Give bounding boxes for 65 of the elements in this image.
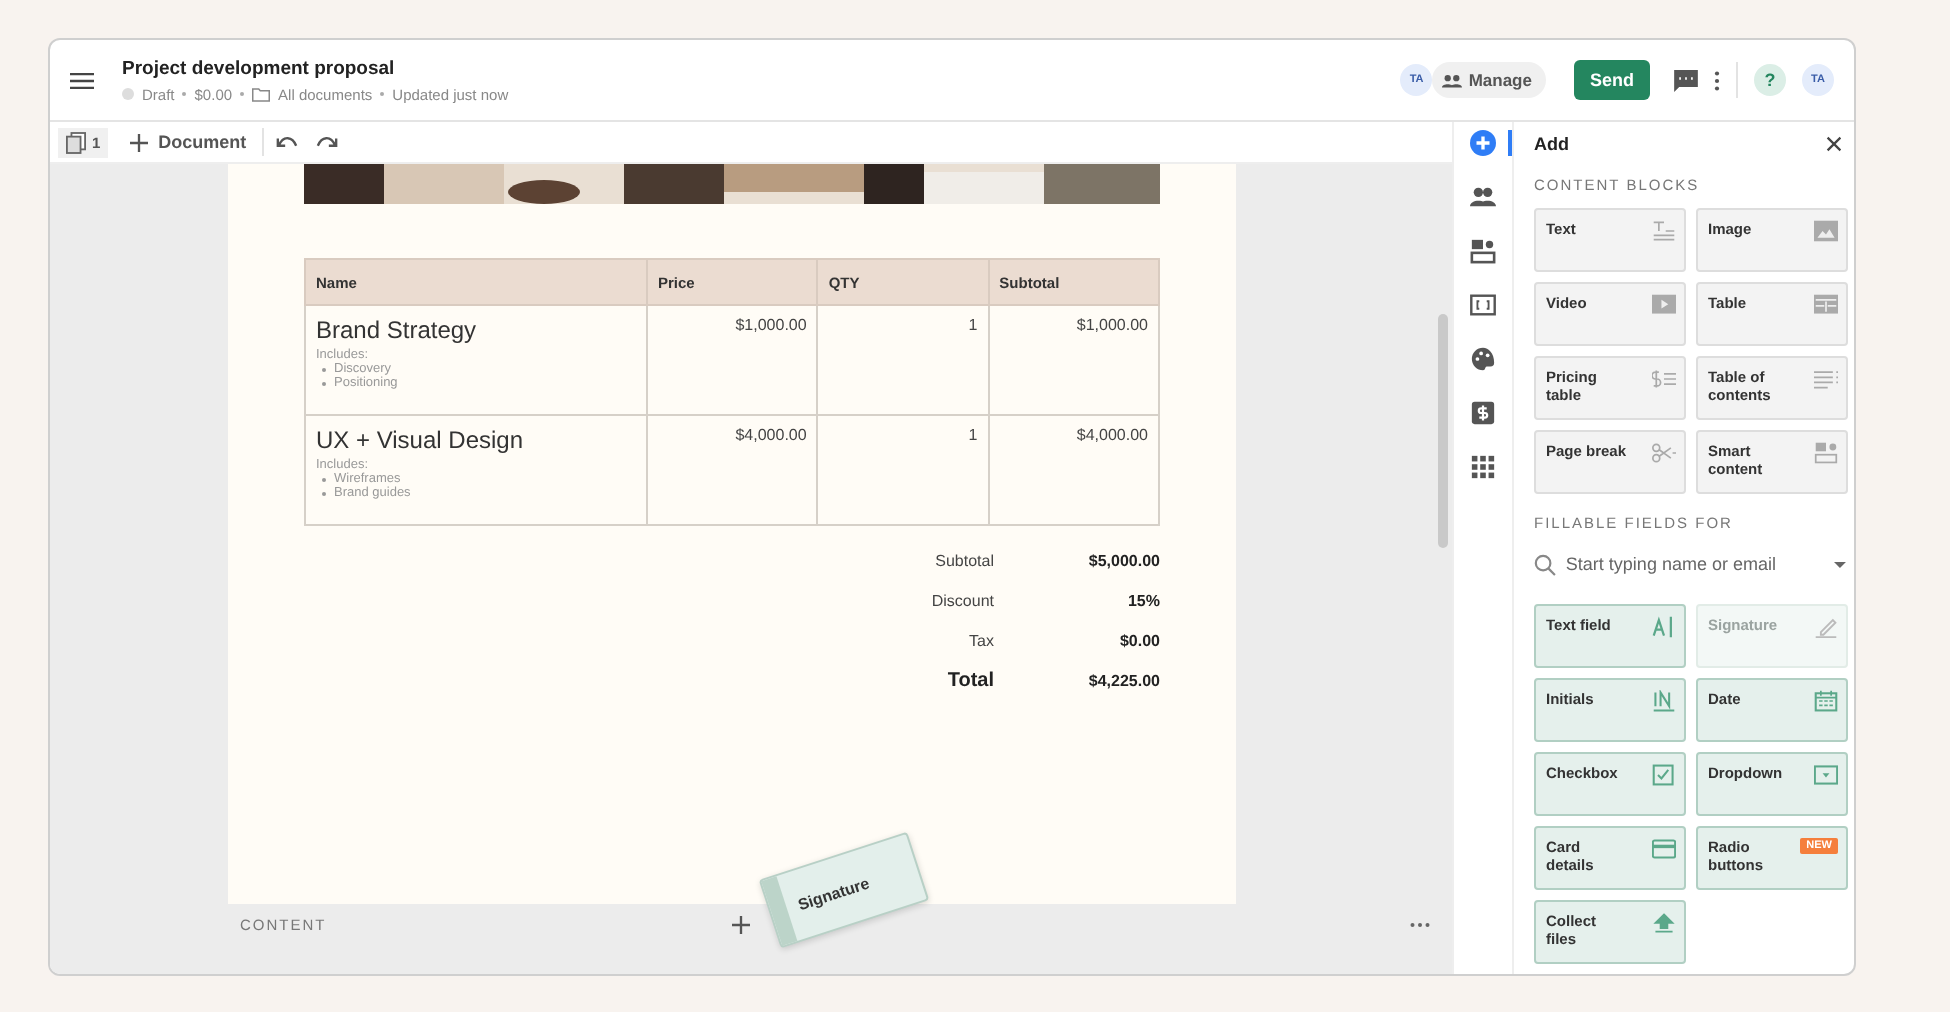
blocks-icon[interactable]: [1470, 238, 1496, 264]
separator-dot: [380, 92, 385, 96]
plus-icon[interactable]: [732, 916, 750, 934]
more-icon[interactable]: [1714, 69, 1720, 91]
summary-label: Discount: [931, 591, 994, 609]
caret-icon: [1834, 561, 1846, 567]
scissors-icon: [1652, 442, 1676, 464]
initials-icon: [1652, 690, 1676, 712]
people-icon[interactable]: [1470, 184, 1496, 210]
summary-value: $4,225.00: [1086, 671, 1160, 689]
dropdown-icon: [1814, 764, 1838, 786]
close-icon[interactable]: [1826, 136, 1842, 152]
pricing-icon: [1652, 368, 1676, 390]
help-button[interactable]: ?: [1754, 64, 1786, 96]
separator-dot: [240, 92, 245, 96]
people-icon: [1442, 73, 1463, 87]
calendar-icon: [1814, 690, 1838, 712]
table-icon: [1814, 294, 1838, 316]
checkbox-icon: [1652, 764, 1676, 786]
dollar-icon[interactable]: [1470, 400, 1496, 426]
text-icon: [1652, 220, 1676, 242]
table-cell: 1: [817, 305, 989, 415]
product-name: Brand Strategy: [316, 316, 479, 344]
add-icon[interactable]: [1470, 130, 1496, 156]
plus-icon: [130, 133, 149, 151]
redo-icon[interactable]: [316, 135, 339, 149]
pen-icon: [1814, 616, 1838, 638]
comment-icon[interactable]: [1674, 69, 1698, 91]
panel-title: Add: [1534, 134, 1569, 154]
list-icon: [1814, 368, 1838, 390]
grid-icon[interactable]: [1470, 454, 1496, 480]
undo-icon[interactable]: [276, 135, 299, 149]
manage-button[interactable]: Manage: [1432, 62, 1546, 98]
brackets-icon[interactable]: [1470, 292, 1496, 318]
search-icon: [1534, 553, 1556, 575]
scrollbar[interactable]: [1438, 314, 1448, 548]
table-cell: 1: [817, 415, 989, 525]
summary-label: Subtotal: [935, 551, 994, 569]
summary-label: Tax: [969, 631, 994, 649]
separator-dot: [182, 92, 187, 96]
video-icon: [1652, 294, 1676, 316]
document-title: Project development proposal: [122, 57, 397, 79]
send-button[interactable]: Send: [1573, 60, 1650, 100]
credit-card-icon: [1652, 838, 1676, 860]
summary-label: Total: [947, 669, 994, 691]
more-icon[interactable]: [1410, 922, 1430, 928]
recipient-search-field[interactable]: Start typing name or email: [1565, 554, 1815, 574]
table-cell: $1,000.00: [647, 305, 818, 415]
folder-icon: [252, 87, 271, 101]
status-dot: [122, 88, 134, 100]
table-cell: $1,000.00: [988, 305, 1159, 415]
text-cursor-icon: [1652, 616, 1676, 638]
upload-icon: [1652, 912, 1676, 934]
pages-icon: [66, 131, 86, 153]
image-icon: [1814, 220, 1838, 242]
summary-value: 15%: [1125, 591, 1160, 609]
blocks-icon: [1814, 442, 1838, 464]
table-cell: $4,000.00: [988, 415, 1159, 525]
menu-icon[interactable]: [70, 71, 94, 89]
add-document-button[interactable]: Document: [118, 130, 259, 154]
summary-value: $0.00: [1117, 631, 1160, 649]
table-cell: $4,000.00: [647, 415, 818, 525]
product-name: UX + Visual Design: [316, 426, 525, 454]
summary-value: $5,000.00: [1086, 551, 1160, 569]
palette-icon[interactable]: [1470, 346, 1496, 372]
